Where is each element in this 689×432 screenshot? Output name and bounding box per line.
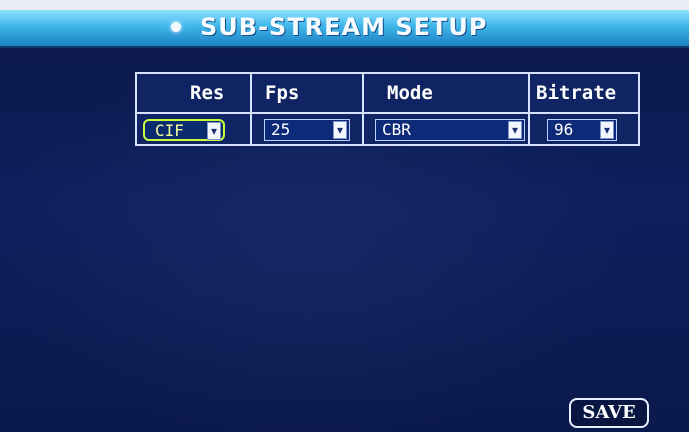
grid-divider (362, 74, 364, 144)
bitrate-value: 96 (554, 120, 574, 139)
screen: SUB-STREAM SETUP Res Fps Mode Bitrate CI… (0, 10, 689, 432)
chevron-down-icon[interactable]: ▾ (207, 122, 221, 140)
header-fps: Fps (265, 82, 300, 104)
fps-value: 25 (271, 120, 291, 139)
bitrate-select[interactable]: 96 ▾ (547, 119, 617, 141)
chevron-down-icon[interactable]: ▾ (508, 121, 522, 139)
title-bullet-icon (171, 22, 181, 32)
page-title: SUB-STREAM SETUP (200, 13, 488, 41)
chevron-down-icon[interactable]: ▾ (333, 121, 347, 139)
title-bar: SUB-STREAM SETUP (0, 10, 689, 48)
grid-divider (137, 112, 638, 114)
mode-select[interactable]: CBR ▾ (375, 119, 525, 141)
header-bitrate: Bitrate (536, 82, 617, 104)
save-button[interactable]: SAVE (569, 398, 649, 428)
chevron-down-icon[interactable]: ▾ (600, 121, 614, 139)
header-mode: Mode (387, 82, 433, 104)
grid-divider (250, 74, 252, 144)
settings-grid: Res Fps Mode Bitrate CIF ▾ 25 ▾ CBR ▾ 96… (135, 72, 640, 146)
res-value: CIF (155, 121, 184, 140)
grid-divider (528, 74, 530, 144)
fps-select[interactable]: 25 ▾ (264, 119, 350, 141)
header-res: Res (190, 82, 225, 104)
mode-value: CBR (382, 120, 411, 139)
res-select[interactable]: CIF ▾ (143, 119, 225, 141)
